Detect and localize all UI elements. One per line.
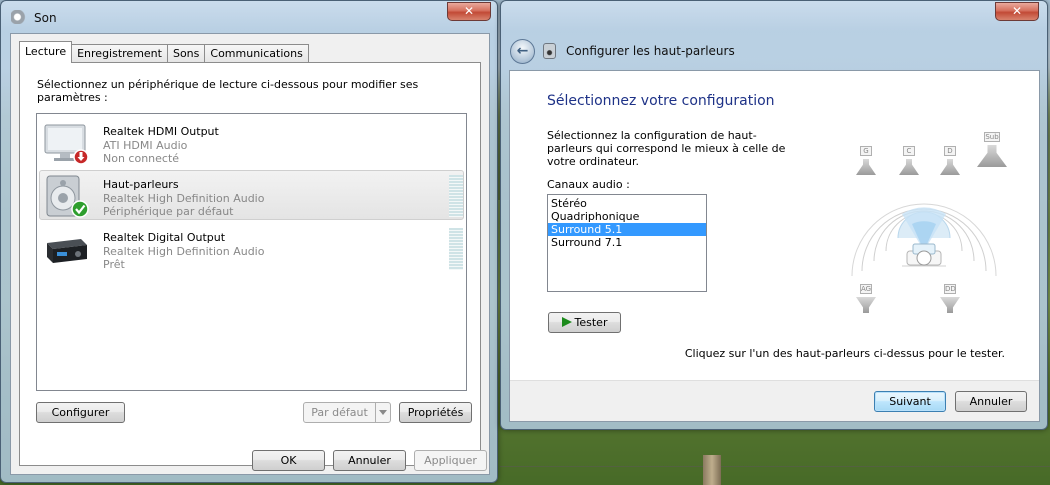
disconnected-badge-icon — [73, 149, 89, 165]
speaker-label: G — [860, 146, 872, 156]
set-default-button: Par défaut — [303, 402, 391, 423]
play-icon — [561, 317, 572, 327]
device-status: Prêt — [103, 258, 125, 271]
speaker-center[interactable]: C — [897, 146, 921, 180]
speaker-label: AG — [860, 284, 872, 294]
device-status: Non connecté — [103, 152, 180, 165]
tab-lecture[interactable]: Lecture — [19, 41, 73, 63]
setup-heading: Sélectionnez votre configuration — [547, 93, 775, 109]
speaker-rear-left[interactable]: AG — [854, 284, 878, 318]
channel-quadriphonique[interactable]: Quadriphonique — [548, 210, 706, 223]
lecture-panel: Sélectionnez un périphérique de lecture … — [19, 62, 481, 466]
fence-wire — [500, 466, 1050, 467]
close-icon: ✕ — [1011, 4, 1023, 18]
speaker-app-icon — [543, 43, 556, 59]
setup-cancel-button[interactable]: Annuler — [955, 391, 1027, 412]
son-tabs: Lecture Enregistrement Sons Communicatio… — [19, 41, 309, 63]
speaker-rear-right[interactable]: DD — [938, 284, 962, 318]
device-name: Realtek Digital Output — [103, 231, 226, 244]
speaker-label: C — [903, 146, 915, 156]
channels-label: Canaux audio : — [547, 178, 630, 191]
speaker-diagram: G C D Sub AG DD — [832, 126, 1017, 313]
next-button[interactable]: Suivant — [874, 391, 946, 412]
setup-title: Configurer les haut-parleurs — [566, 44, 735, 58]
chevron-down-icon — [375, 403, 390, 422]
device-driver: Realtek High Definition Audio — [103, 245, 265, 258]
test-button-label: Tester — [574, 316, 608, 329]
speaker-subwoofer[interactable]: Sub — [977, 132, 1007, 167]
audio-channels-list[interactable]: Stéréo Quadriphonique Surround 5.1 Surro… — [547, 194, 707, 292]
setup-client: Sélectionnez votre configuration Sélecti… — [509, 70, 1040, 422]
volume-level-meter — [449, 228, 463, 270]
receiver-icon — [47, 239, 87, 263]
son-title: Son — [34, 11, 57, 25]
speaker-cone-icon — [899, 159, 919, 175]
speaker-cone-icon — [856, 159, 876, 175]
son-window: Son ✕ Lecture Enregistrement Sons Commun… — [0, 0, 498, 483]
ok-button[interactable]: OK — [252, 450, 325, 471]
apply-button: Appliquer — [414, 450, 487, 471]
tab-enregistrement[interactable]: Enregistrement — [71, 44, 168, 63]
back-arrow-icon: ← — [516, 43, 529, 59]
device-realtek-hdmi[interactable]: Realtek HDMI Output ATI HDMI Audio Non c… — [39, 117, 464, 167]
properties-button[interactable]: Propriétés — [399, 402, 472, 423]
configure-button[interactable]: Configurer — [36, 402, 125, 423]
setup-close-button[interactable]: ✕ — [995, 2, 1039, 21]
speaker-front-right[interactable]: D — [938, 146, 962, 180]
channel-stereo[interactable]: Stéréo — [548, 197, 706, 210]
speaker-front-left[interactable]: G — [854, 146, 878, 180]
test-button[interactable]: Tester — [548, 312, 621, 333]
speaker-label: D — [944, 146, 956, 156]
son-titlebar[interactable]: Son ✕ — [1, 1, 497, 33]
speaker-icon — [46, 175, 89, 218]
playback-device-list[interactable]: Realtek HDMI Output ATI HDMI Audio Non c… — [36, 113, 467, 391]
volume-level-meter — [449, 175, 463, 217]
cancel-button[interactable]: Annuler — [333, 450, 406, 471]
back-button[interactable]: ← — [510, 39, 535, 64]
setup-description: Sélectionnez la configuration de haut-pa… — [547, 129, 786, 168]
test-hint: Cliquez sur l'un des haut-parleurs ci-de… — [684, 347, 1005, 360]
default-check-icon — [71, 200, 89, 218]
tab-communications[interactable]: Communications — [204, 44, 309, 63]
device-name: Realtek HDMI Output — [103, 125, 219, 138]
speaker-cone-icon — [856, 297, 876, 313]
speaker-setup-window: ✕ ← Configurer les haut-parleurs Sélecti… — [500, 0, 1048, 430]
device-driver: ATI HDMI Audio — [103, 139, 188, 152]
speaker-cone-icon — [940, 159, 960, 175]
tab-sons[interactable]: Sons — [166, 44, 206, 63]
setup-footer: Suivant Annuler — [510, 380, 1039, 421]
device-status: Périphérique par défaut — [103, 205, 234, 218]
speaker-app-icon — [11, 10, 27, 24]
channel-surround-7-1[interactable]: Surround 7.1 — [548, 236, 706, 249]
speaker-cone-icon — [977, 145, 1007, 167]
son-client: Lecture Enregistrement Sons Communicatio… — [10, 33, 490, 475]
speaker-label: DD — [944, 284, 956, 294]
son-close-button[interactable]: ✕ — [447, 2, 491, 21]
set-default-label: Par défaut — [311, 406, 368, 419]
playback-instruction: Sélectionnez un périphérique de lecture … — [37, 78, 419, 104]
device-driver: Realtek High Definition Audio — [103, 192, 265, 205]
device-name: Haut-parleurs — [103, 178, 179, 191]
monitor-icon — [44, 124, 89, 165]
speaker-label: Sub — [984, 132, 1000, 142]
device-realtek-digital[interactable]: Realtek Digital Output Realtek High Defi… — [39, 223, 464, 273]
close-icon: ✕ — [463, 4, 475, 18]
fence-post — [703, 455, 721, 485]
device-haut-parleurs[interactable]: Haut-parleurs Realtek High Definition Au… — [39, 170, 464, 220]
setup-titlebar[interactable]: ✕ — [501, 1, 1047, 33]
channel-surround-5-1[interactable]: Surround 5.1 — [548, 223, 706, 236]
speaker-cone-icon — [940, 297, 960, 313]
